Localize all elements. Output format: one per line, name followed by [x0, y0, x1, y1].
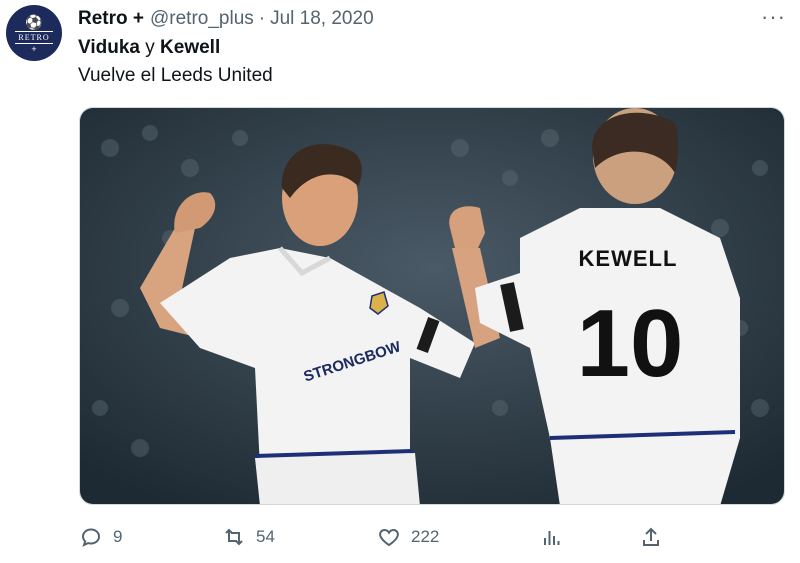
player-name-2: Kewell: [160, 37, 221, 58]
tweet-header: Retro + @retro_plus · Jul 18, 2020: [78, 6, 374, 32]
photo-illustration: STRONGBOW KEWELL 10: [80, 108, 784, 504]
more-icon[interactable]: ···: [761, 6, 786, 28]
avatar[interactable]: ⚽ RETRO +: [6, 5, 62, 61]
like-button[interactable]: 222: [377, 517, 439, 557]
retweet-button[interactable]: 54: [222, 517, 275, 557]
player-name-1: Viduka: [78, 37, 140, 58]
tweet-text-line1: Viduka y Kewell: [78, 37, 220, 59]
retweet-count: 54: [256, 527, 275, 546]
retweet-icon: [225, 528, 243, 546]
share-icon: [643, 527, 659, 546]
avatar-wordmark: RETRO: [15, 30, 53, 44]
conjunction: y: [145, 37, 155, 58]
header-separator: ·: [258, 8, 266, 29]
tweet-date[interactable]: Jul 18, 2020: [270, 8, 374, 30]
like-icon: [379, 528, 399, 547]
avatar-plus: +: [31, 43, 37, 54]
views-icon: [544, 531, 560, 545]
shirt-number: 10: [577, 290, 684, 397]
like-count: 222: [411, 527, 440, 546]
shirt-name: KEWELL: [579, 246, 678, 271]
views-button[interactable]: [540, 517, 564, 557]
tweet-text-line2: Vuelve el Leeds United: [78, 65, 273, 86]
reply-icon: [81, 528, 101, 547]
reply-count: 9: [113, 527, 123, 546]
footballer-logo-icon: ⚽: [25, 13, 43, 30]
author-name[interactable]: Retro +: [78, 8, 144, 30]
reply-button[interactable]: 9: [79, 517, 122, 557]
tweet-photo[interactable]: STRONGBOW KEWELL 10: [79, 107, 785, 505]
share-button[interactable]: [639, 517, 663, 557]
author-handle[interactable]: @retro_plus: [150, 8, 254, 30]
action-bar: 9 54 222: [0, 517, 800, 557]
